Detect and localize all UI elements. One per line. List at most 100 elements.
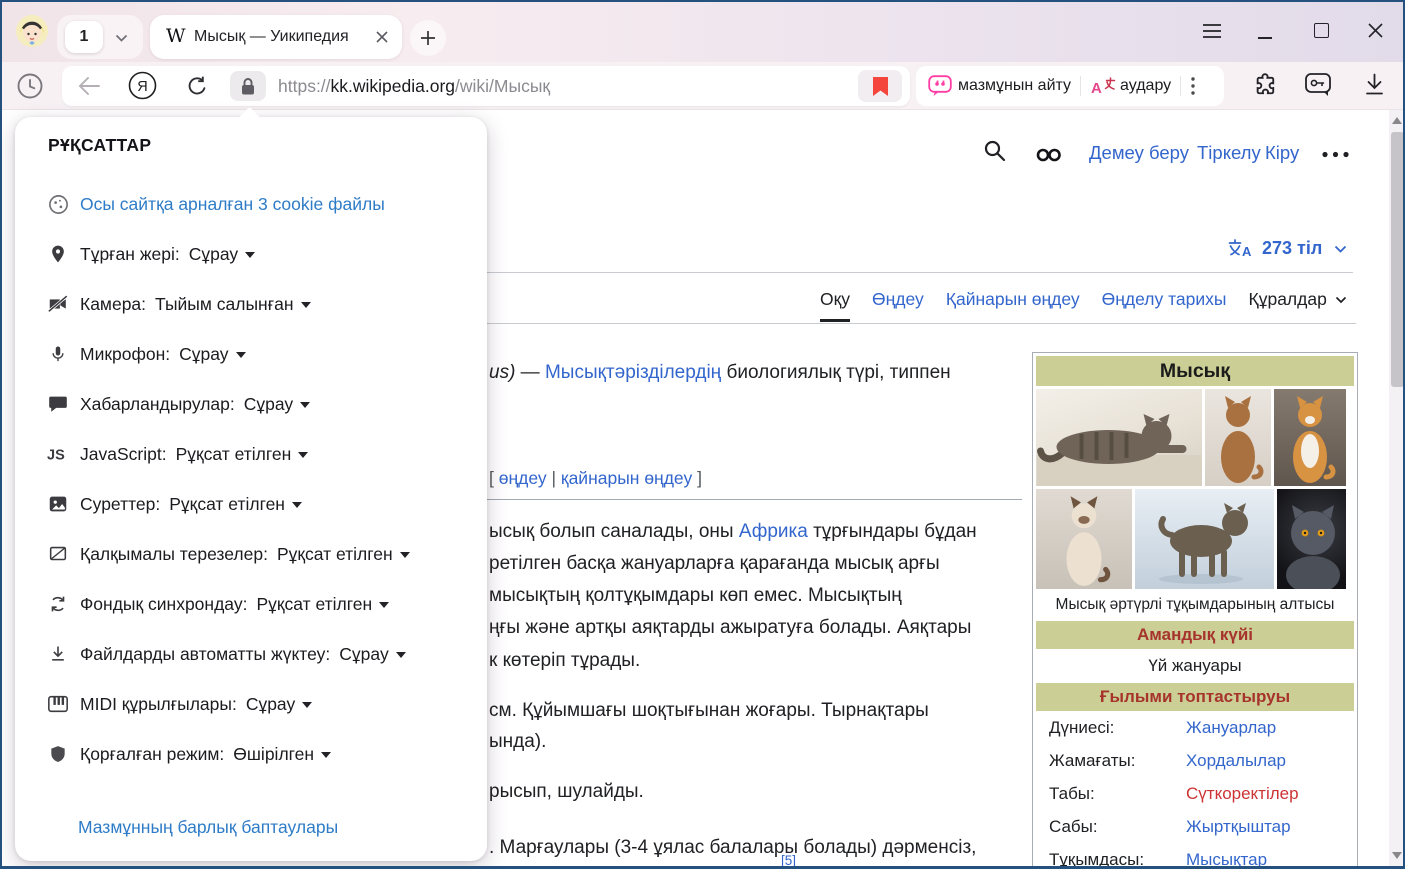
address-bar[interactable]: Я https://kk.wikipedia.org/wiki/Мысық	[62, 66, 910, 106]
dropdown-caret-icon	[300, 402, 310, 408]
permission-value-dropdown[interactable]: Сұрау	[246, 694, 312, 715]
infobox-status-header: Амандық күйі	[1036, 621, 1354, 649]
glasses-icon[interactable]	[1034, 147, 1066, 163]
infobox-image-row-2	[1036, 489, 1354, 589]
cat-photo-tabby-snow[interactable]	[1135, 489, 1274, 589]
permission-value-dropdown[interactable]: Тыйым салынған	[155, 294, 310, 315]
scrollbar-down-arrow[interactable]	[1392, 852, 1402, 859]
permission-value-dropdown[interactable]: Сұрау	[339, 644, 405, 665]
dropdown-caret-icon	[400, 552, 410, 558]
shield-icon	[48, 743, 68, 766]
svg-text:Я: Я	[137, 79, 147, 95]
scrollbar-thumb[interactable]	[1391, 132, 1404, 387]
translate-button[interactable]: аудару	[1120, 77, 1171, 95]
taxonomy-value-link[interactable]: Жыртқыштар	[1186, 817, 1291, 837]
menu-hamburger-icon[interactable]	[1202, 23, 1222, 39]
permission-row-notifications: Хабарландырулар: Сұрау	[46, 379, 467, 429]
permission-value-dropdown[interactable]: Рұқсат етілген	[169, 494, 302, 515]
permission-row-camera: Камера: Тыйым салынған	[46, 279, 467, 329]
new-tab-button[interactable]	[410, 20, 446, 56]
permission-row-javascript: JS JavaScript: Рұқсат етілген	[46, 429, 467, 479]
cookies-link[interactable]: Осы сайтқа арналған 3 cookie файлы	[80, 194, 385, 215]
panel-title: РҰҚСАТТАР	[48, 135, 151, 156]
browser-tab-active[interactable]: W Мысық — Уикипедия	[150, 15, 402, 59]
reference-marker[interactable]: [5]	[781, 853, 796, 868]
all-content-settings-link[interactable]: Мазмұнның барлық баптаулары	[78, 817, 338, 838]
cat-photo-grey[interactable]	[1277, 489, 1346, 589]
taxonomy-value-link[interactable]: Жануарлар	[1186, 718, 1276, 738]
url-path: /wiki/Мысық	[455, 76, 550, 96]
permission-value-dropdown[interactable]: Рұқсат етілген	[277, 544, 410, 565]
cat-photo-siamese[interactable]	[1036, 489, 1132, 589]
tabs-divider	[487, 323, 1356, 324]
read-aloud-button[interactable]: мазмұнын айту	[958, 77, 1071, 95]
scrollbar-up-arrow[interactable]	[1392, 117, 1402, 124]
article-line: см. Құйымшағы шоқтығынан жоғары. Тырнақт…	[489, 700, 929, 722]
tab-close-icon[interactable]	[376, 31, 388, 43]
site-permissions-button[interactable]	[230, 71, 266, 101]
permission-value-dropdown[interactable]: Сұрау	[244, 394, 310, 415]
permission-value-dropdown[interactable]: Өшірілген	[233, 744, 331, 765]
chevron-down-icon[interactable]	[115, 34, 128, 42]
intro-link[interactable]: Мысықтәрізділердің	[545, 362, 721, 383]
window-close-button[interactable]	[1368, 23, 1383, 38]
africa-link[interactable]: Африка	[739, 521, 808, 542]
downloads-icon[interactable]	[1362, 72, 1387, 98]
search-icon[interactable]	[982, 138, 1008, 164]
reload-icon[interactable]	[186, 75, 208, 97]
cat-photo-abyssinian[interactable]	[1205, 389, 1271, 486]
url-text[interactable]: https://kk.wikipedia.org/wiki/Мысық	[278, 76, 550, 97]
header-link-donate[interactable]: Демеу беру	[1089, 142, 1189, 164]
more-menu-ellipsis-icon[interactable]	[1321, 151, 1350, 158]
permission-row-microphone: Микрофон: Сұрау	[46, 329, 467, 379]
url-host: kk.wikipedia.org	[331, 76, 456, 96]
page-scrollbar[interactable]	[1389, 110, 1405, 866]
edit-link[interactable]: өңдеу	[499, 468, 547, 488]
permission-value-dropdown[interactable]: Рұқсат етілген	[176, 444, 309, 465]
taxonomy-value-link[interactable]: Хордалылар	[1186, 751, 1286, 771]
passwords-key-icon[interactable]	[1303, 71, 1333, 99]
minimize-button[interactable]	[1258, 37, 1272, 39]
language-selector[interactable]: A 273 тіл	[1228, 238, 1347, 259]
permission-value-dropdown[interactable]: Рұқсат етілген	[256, 594, 389, 615]
cat-photo-orange-white[interactable]	[1274, 389, 1346, 486]
article-line: ңғы және артқы аяқтарды ажыратуға болады…	[489, 617, 971, 639]
translate-icon[interactable]: А	[1090, 76, 1116, 96]
permission-row-midi: MIDI құрылғылары: Сұрау	[46, 679, 467, 729]
more-options-kebab-icon[interactable]	[1190, 76, 1196, 96]
tab-tools[interactable]: Құралдар	[1249, 289, 1347, 319]
header-link-login[interactable]: Кіру	[1265, 142, 1299, 164]
permission-value-dropdown[interactable]: Сұрау	[189, 244, 255, 265]
permission-value-dropdown[interactable]: Сұрау	[179, 344, 245, 365]
taxonomy-row: Табы: Сүткоректілер	[1036, 777, 1354, 810]
history-clock-icon[interactable]	[16, 72, 44, 100]
maximize-button[interactable]	[1314, 23, 1329, 38]
dropdown-caret-icon	[298, 452, 308, 458]
tab-count-badge[interactable]: 1	[65, 21, 103, 53]
cookie-icon	[47, 193, 70, 216]
taxonomy-value-redlink[interactable]: Сүткоректілер	[1186, 784, 1299, 804]
read-aloud-icon[interactable]	[928, 75, 952, 97]
images-icon	[47, 493, 69, 515]
profile-avatar[interactable]	[16, 15, 48, 47]
tab-edit-source[interactable]: Қайнарын өңдеу	[946, 289, 1080, 319]
back-arrow-icon[interactable]	[78, 77, 100, 95]
tab-group[interactable]: 1	[57, 15, 143, 59]
avatar-girl-icon	[16, 15, 48, 47]
tab-read[interactable]: Оқу	[820, 289, 850, 322]
yandex-logo-icon[interactable]: Я	[128, 71, 157, 100]
dropdown-caret-icon	[302, 702, 312, 708]
tab-edit[interactable]: Өңдеу	[872, 289, 924, 319]
bookmark-button[interactable]	[858, 70, 902, 102]
microphone-icon	[49, 342, 67, 366]
infobox-taxobox: Мысық	[1032, 352, 1358, 869]
header-link-register[interactable]: Тіркелу	[1197, 142, 1261, 164]
infobox-caption: Мысық әртүрлі тұқымдарының алтысы	[1036, 589, 1354, 621]
edit-source-link[interactable]: қайнарын өңдеу	[561, 468, 692, 488]
tab-history[interactable]: Өңделу тарихы	[1102, 289, 1227, 319]
taxonomy-value-link[interactable]: Мысықтар	[1186, 850, 1267, 869]
article-line: . Марғаулары (3-4 ұялас балалары болады)…	[489, 837, 976, 859]
bookmark-flag-icon	[873, 77, 888, 96]
cat-photo-tabby-lying[interactable]	[1036, 389, 1202, 486]
extensions-puzzle-icon[interactable]	[1252, 72, 1278, 98]
